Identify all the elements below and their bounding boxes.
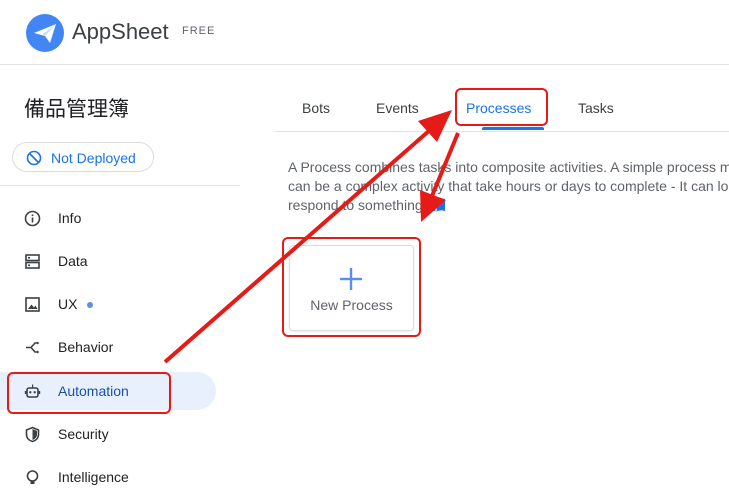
- annotation-box-processes-tab: [455, 88, 548, 126]
- paper-plane-logo[interactable]: [26, 14, 64, 52]
- sidebar-item-data[interactable]: Data: [0, 242, 216, 280]
- data-icon: [25, 254, 40, 269]
- app-header: AppSheet FREE: [0, 0, 729, 65]
- sidebar: 備品管理簿 Not Deployed Info Data UX Behavior…: [0, 65, 240, 485]
- sidebar-item-label: Behavior: [58, 339, 114, 355]
- tab-tasks[interactable]: Tasks: [578, 100, 614, 116]
- sidebar-item-label: Info: [58, 210, 82, 226]
- sidebar-item-label: Security: [58, 426, 109, 442]
- sidebar-item-label: Data: [58, 253, 88, 269]
- sidebar-item-label: UX: [58, 296, 78, 312]
- lightbulb-icon: [26, 470, 39, 484]
- sidebar-item-ux[interactable]: UX: [0, 285, 216, 323]
- unsaved-indicator-dot: [87, 302, 93, 308]
- sidebar-item-label: Intelligence: [58, 469, 129, 485]
- brand-name: AppSheet: [72, 19, 169, 44]
- behavior-icon: [26, 341, 40, 354]
- not-deployed-icon: [26, 150, 42, 166]
- sidebar-item-intelligence[interactable]: Intelligence: [0, 458, 216, 496]
- active-tab-indicator: [482, 127, 544, 130]
- deploy-status-label: Not Deployed: [51, 150, 136, 166]
- image-icon: [25, 297, 40, 312]
- shield-icon: [25, 426, 40, 443]
- tab-events[interactable]: Events: [376, 100, 419, 116]
- sidebar-item-info[interactable]: Info: [0, 199, 216, 237]
- deploy-status-chip[interactable]: Not Deployed: [12, 142, 154, 172]
- app-name: 備品管理簿: [24, 98, 129, 121]
- book-icon[interactable]: [426, 197, 446, 213]
- sidebar-divider: [0, 185, 240, 186]
- processes-description: A Process combines tasks into composite …: [288, 158, 729, 215]
- description-line: can be a complex activity that take hour…: [288, 178, 729, 194]
- sidebar-item-security[interactable]: Security: [0, 415, 216, 453]
- description-line: respond to something: [288, 197, 423, 213]
- annotation-box-new-process: [282, 237, 421, 337]
- sidebar-item-behavior[interactable]: Behavior: [0, 328, 216, 366]
- description-line-last: respond to something: [288, 196, 729, 215]
- tab-bots[interactable]: Bots: [302, 100, 330, 116]
- description-line: A Process combines tasks into composite …: [288, 159, 729, 175]
- plan-badge: FREE: [182, 25, 216, 37]
- annotation-box-automation: [7, 372, 171, 414]
- info-icon: [24, 210, 41, 227]
